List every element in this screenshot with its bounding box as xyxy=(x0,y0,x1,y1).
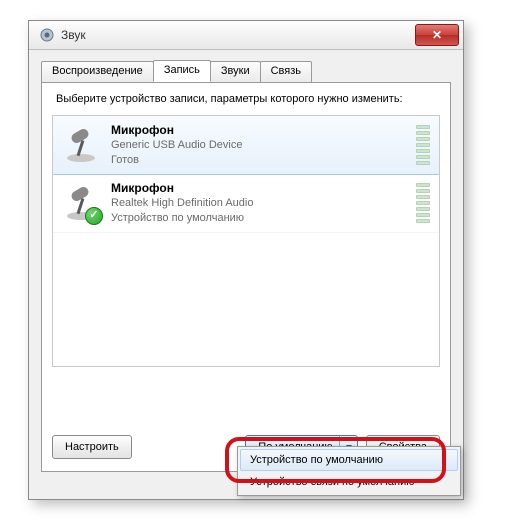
tab-communications[interactable]: Связь xyxy=(260,61,312,83)
device-row[interactable]: Микрофон Generic USB Audio Device Готов xyxy=(52,115,440,175)
tab-label: Воспроизведение xyxy=(52,65,143,77)
menu-item-label: Устройство связи по умолчанию xyxy=(250,476,414,488)
tab-label: Связь xyxy=(271,65,301,77)
speaker-icon xyxy=(39,27,55,43)
titlebar[interactable]: Звук ✕ xyxy=(29,21,463,50)
level-meter xyxy=(415,124,431,166)
device-name: Микрофон xyxy=(111,180,415,196)
device-name: Микрофон xyxy=(111,122,415,138)
menu-item-label: Устройство по умолчанию xyxy=(250,454,383,466)
device-desc: Generic USB Audio Device xyxy=(111,138,415,153)
button-label: Настроить xyxy=(65,441,119,453)
device-desc: Realtek High Definition Audio xyxy=(111,196,415,211)
device-list[interactable]: Микрофон Generic USB Audio Device Готов … xyxy=(52,115,440,367)
tab-label: Запись xyxy=(164,64,200,76)
menu-item-default-comm-device[interactable]: Устройство связи по умолчанию xyxy=(240,471,458,493)
close-icon: ✕ xyxy=(432,28,442,42)
device-status: Готов xyxy=(111,153,415,168)
device-status: Устройство по умолчанию xyxy=(111,211,415,226)
device-text: Микрофон Realtek High Definition Audio У… xyxy=(101,180,415,226)
close-button[interactable]: ✕ xyxy=(415,24,459,46)
tab-recording[interactable]: Запись xyxy=(153,60,211,82)
configure-button[interactable]: Настроить xyxy=(52,435,132,459)
tab-panel: Выберите устройство записи, параметры ко… xyxy=(41,82,451,472)
tab-playback[interactable]: Воспроизведение xyxy=(41,61,154,83)
microphone-icon: ✓ xyxy=(61,183,101,223)
instruction-text: Выберите устройство записи, параметры ко… xyxy=(42,83,450,111)
device-row[interactable]: ✓ Микрофон Realtek High Definition Audio… xyxy=(53,174,439,233)
sound-dialog: Звук ✕ Воспроизведение Запись Звуки Связ… xyxy=(28,20,464,500)
menu-item-default-device[interactable]: Устройство по умолчанию xyxy=(240,449,458,471)
level-meter xyxy=(415,182,431,224)
tab-sounds[interactable]: Звуки xyxy=(210,61,261,83)
tab-strip: Воспроизведение Запись Звуки Связь xyxy=(29,50,463,82)
device-text: Микрофон Generic USB Audio Device Готов xyxy=(101,122,415,168)
default-dropdown-menu: Устройство по умолчанию Устройство связи… xyxy=(237,446,461,496)
tab-label: Звуки xyxy=(221,65,250,77)
default-check-icon: ✓ xyxy=(85,207,103,225)
microphone-icon xyxy=(61,125,101,165)
window-title: Звук xyxy=(61,28,415,42)
